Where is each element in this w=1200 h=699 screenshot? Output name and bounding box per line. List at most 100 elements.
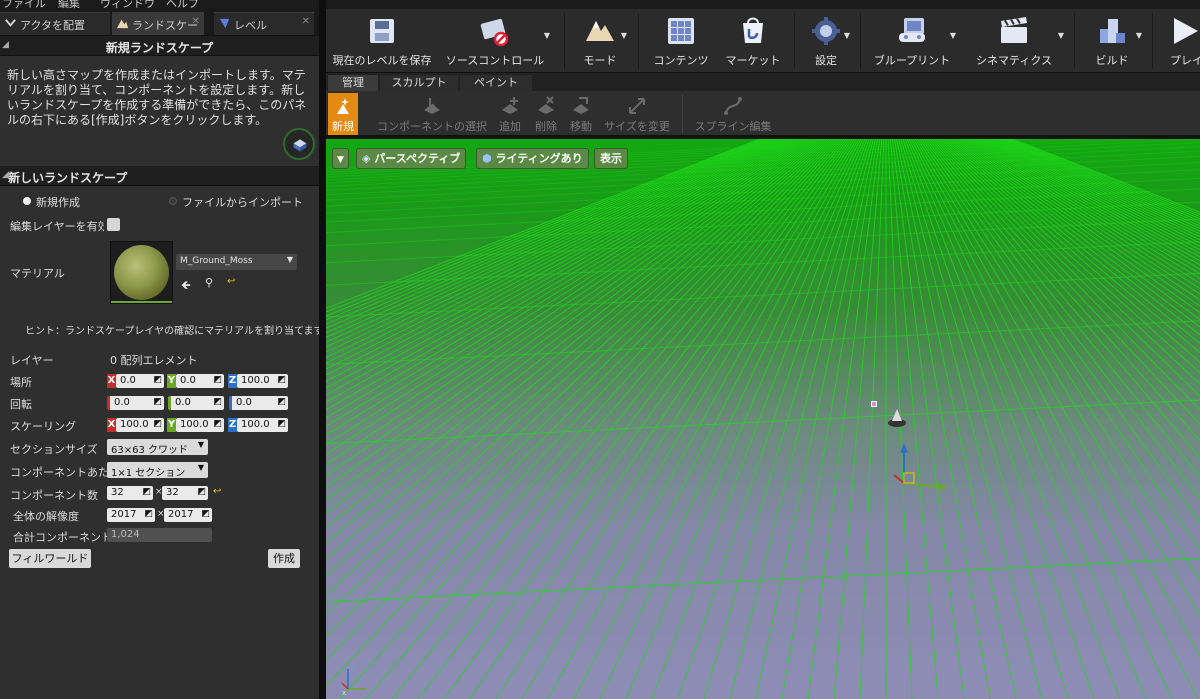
reset-to-default-icon[interactable]: ↩ [213,486,221,497]
menu-edit[interactable]: 編集 [58,0,80,9]
tool-move-button[interactable]: 移動 [564,93,598,135]
create-button[interactable]: 作成 [268,549,300,568]
collapse-arrow-icon[interactable]: ◢ [2,40,9,50]
delete-component-icon [538,96,554,114]
section-title: 新しいランドスケープ [8,171,128,185]
edit-layers-label: 編集レイヤーを有効化 [10,220,104,233]
drag-handle-icon: ◩ [213,397,222,407]
settings-button[interactable]: 設定 ▼ [800,9,852,73]
scale-x-field[interactable]: 100.0 ◩ [116,418,164,432]
material-label: マテリアル [10,267,65,280]
rotation-z-field[interactable]: 0.0 ◩ [229,396,288,410]
source-control-button[interactable]: ソースコントロール ▼ [438,9,552,73]
section-size-select[interactable]: 63×63 クワッド ▼ [107,439,208,456]
resolution-y-field[interactable]: 2017 ◩ [164,508,212,522]
menu-bar: ファイル 編集 ウィンドウ ヘルプ [0,0,1200,9]
sections-per-component-select[interactable]: 1×1 セクション ▼ [107,462,208,479]
radio-create-new[interactable] [23,197,31,205]
show-flags-button[interactable]: 表示 [594,148,628,169]
menu-file[interactable]: ファイル [2,0,46,9]
location-z-field[interactable]: 100.0 ◩ [237,374,288,388]
section-size-label: セクションサイズ [10,443,98,456]
component-count-y-field[interactable]: 32 ◩ [162,486,208,500]
manage-tools-bar: 新規 コンポーネントの選択 追加 削除 移動 サイズを変更 スプライン編集 [326,91,1200,137]
collapse-arrow-icon[interactable]: ◢ [2,170,9,180]
landscape-mode-icon[interactable] [283,128,315,160]
location-y-field[interactable]: 0.0 ◩ [176,374,224,388]
material-selector[interactable]: M_Ground_Moss ▼ [176,254,297,270]
tab-level[interactable]: レベル ✕ [214,12,314,35]
tool-select-components-button[interactable]: コンポーネントの選択 [374,93,490,135]
tool-add-button[interactable]: 追加 [494,93,526,135]
tab-landscape[interactable]: ランドスケー ✕ [112,12,204,35]
tab-place-actors[interactable]: アクタを配置 [0,12,110,35]
panel-splitter[interactable] [319,0,326,699]
section-header-new-landscape[interactable]: ◢ 新しいランドスケープ [0,166,319,186]
drag-handle-icon: ◩ [277,419,286,429]
blueprint-icon [899,18,925,42]
tool-delete-button[interactable]: 削除 [530,93,562,135]
scale-z-field[interactable]: 100.0 ◩ [237,418,288,432]
perspective-button[interactable]: ◈ パースペクティブ [356,148,467,169]
cinematics-button[interactable]: シネマティクス ▼ [962,9,1066,73]
tool-edit-splines-button[interactable]: スプライン編集 [690,93,776,135]
tab-manage[interactable]: 管理 [328,75,378,91]
lit-cube-icon: ⬢ [482,152,492,165]
tab-label: アクタを配置 [20,19,86,32]
viewport-options-button[interactable]: ▼ [332,148,349,169]
marketplace-button[interactable]: マーケット [718,9,788,73]
scale-y-field[interactable]: 100.0 ◩ [176,418,224,432]
tool-new-button[interactable]: 新規 [328,93,358,135]
transform-gizmo[interactable] [890,439,950,499]
close-icon[interactable]: ✕ [302,16,310,27]
spline-icon [724,97,742,115]
lighting-mode-button[interactable]: ⬢ ライティングあり [476,148,589,169]
tool-resize-button[interactable]: サイズを変更 [600,93,674,135]
resize-icon [629,98,645,114]
chevron-down-icon: ▼ [620,31,627,40]
content-button[interactable]: コンテンツ [644,9,718,73]
sections-per-component-label: コンポーネントあたり [10,466,120,479]
light-actor-icon[interactable] [884,405,910,431]
place-actor-icon [5,19,16,27]
location-x-field[interactable]: 0.0 ◩ [116,374,164,388]
menu-window[interactable]: ウィンドウ [100,0,155,9]
location-label: 場所 [10,376,32,389]
rotation-x-field[interactable]: 0.0 ◩ [107,396,164,410]
drag-handle-icon: ◩ [213,419,222,429]
close-icon[interactable]: ✕ [192,16,200,27]
modes-button[interactable]: モード ▼ [571,9,629,73]
use-selected-asset-icon[interactable]: 🡸 [181,276,191,297]
save-current-level-button[interactable]: 現在のレベルを保存 [330,9,434,73]
axis-z-marker: Z [228,374,237,388]
edit-layers-checkbox[interactable] [107,218,120,231]
play-button[interactable]: プレイ [1158,9,1200,73]
build-button[interactable]: ビルド ▼ [1080,9,1144,73]
svg-text:z: z [350,665,354,673]
radio-import-file[interactable] [169,197,177,205]
menu-help[interactable]: ヘルプ [166,0,199,9]
rotation-y-field[interactable]: 0.0 ◩ [168,396,224,410]
axis-y-marker: Y [167,374,176,388]
reset-to-default-icon[interactable]: ↩ [227,276,235,287]
panel-tab-row: アクタを配置 ランドスケー ✕ レベル ✕ [0,9,320,35]
modes-icon [586,21,614,41]
fill-world-button[interactable]: フィルワールド [9,549,91,568]
material-thumbnail[interactable] [110,241,173,304]
cinematics-icon [1001,17,1027,43]
component-count-label: コンポーネント数 [10,489,98,502]
level-viewport[interactable]: ▼ ◈ パースペクティブ ⬢ ライティングあり 表示 z x [326,139,1200,699]
actor-icon[interactable] [871,401,877,407]
tab-sculpt[interactable]: スカルプト [380,75,458,91]
axis-y-marker: Y [167,418,176,432]
rotation-label: 回転 [10,398,32,411]
browse-asset-search-icon[interactable]: ⚲ [205,276,213,289]
chevron-down-icon: ▼ [1057,31,1064,40]
resolution-x-field[interactable]: 2017 ◩ [107,508,155,522]
layers-value: 0 配列エレメント [110,354,198,367]
component-count-x-field[interactable]: 32 ◩ [107,486,153,500]
main-toolbar: 現在のレベルを保存 ソースコントロール ▼ モード ▼ コンテンツ マーケット … [326,9,1200,73]
blueprints-button[interactable]: ブループリント ▼ [866,9,958,73]
tab-paint[interactable]: ペイント [460,75,532,91]
source-control-icon [480,18,509,47]
